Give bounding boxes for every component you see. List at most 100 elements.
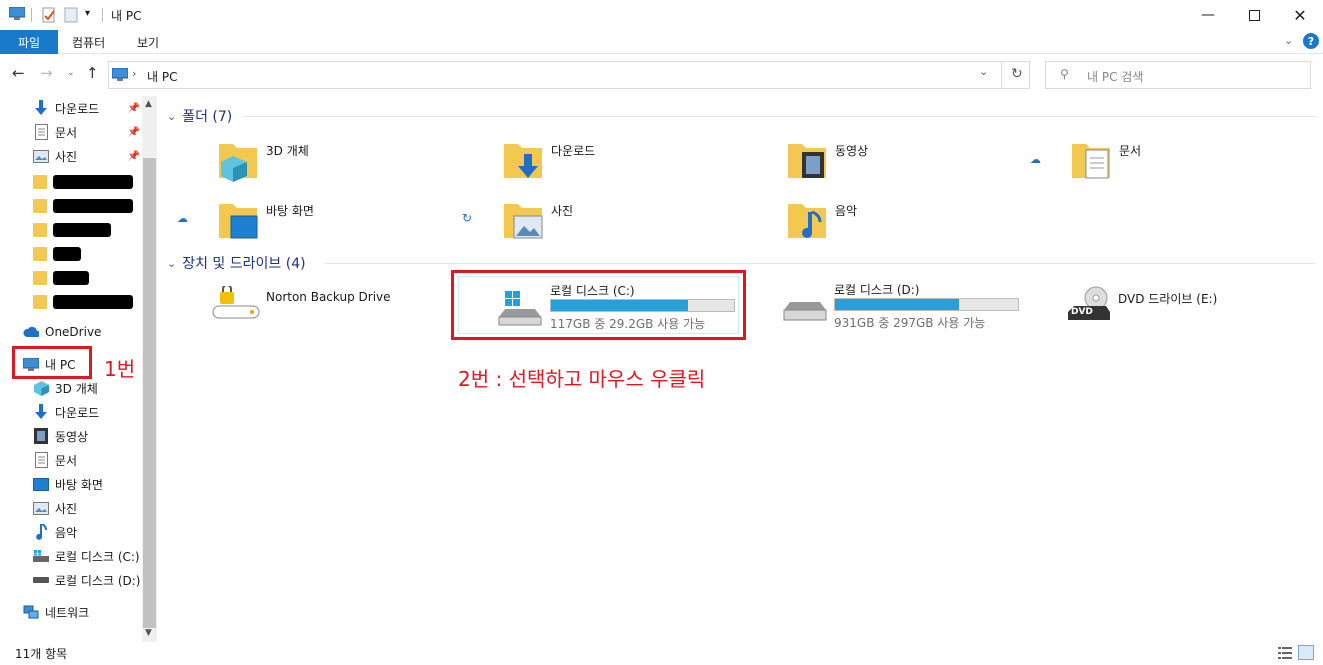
- properties-icon[interactable]: [41, 7, 57, 23]
- cloud-icon: ☁: [177, 212, 188, 225]
- tab-computer[interactable]: 컴퓨터: [57, 30, 120, 54]
- music-folder-icon: [788, 198, 828, 245]
- status-bar: 11개 항목: [0, 642, 1323, 665]
- folder-tile-videos[interactable]: 동영상: [788, 138, 868, 185]
- folder-tile-downloads[interactable]: 다운로드: [504, 138, 595, 185]
- large-icons-view-icon[interactable]: [1298, 645, 1314, 660]
- video-icon: [33, 428, 49, 444]
- folder-icon: [33, 223, 47, 237]
- maximize-icon: [1248, 9, 1260, 21]
- sidebar-item-redacted[interactable]: [33, 172, 143, 192]
- sidebar-item-redacted[interactable]: [33, 220, 143, 240]
- drive-icon: [33, 572, 49, 588]
- back-arrow-icon[interactable]: ←: [12, 64, 25, 82]
- download-arrow-icon: [33, 100, 49, 116]
- this-pc-icon: [8, 6, 26, 20]
- folder-tile-music[interactable]: 음악: [788, 198, 857, 245]
- forward-arrow-icon[interactable]: →: [40, 64, 53, 82]
- 3d-objects-folder-icon: [219, 138, 259, 185]
- breadcrumb-chevron-icon[interactable]: ›: [132, 67, 136, 80]
- ribbon-expand-icon[interactable]: ⌄: [1284, 34, 1293, 47]
- address-bar[interactable]: › 내 PC ⌄ ↻: [108, 61, 1030, 89]
- folder-icon: [33, 199, 47, 213]
- maximize-button[interactable]: [1231, 0, 1277, 30]
- tab-file[interactable]: 파일: [0, 30, 58, 54]
- dvd-label: DVD: [1071, 307, 1093, 317]
- minimize-icon: —: [1201, 7, 1215, 23]
- new-folder-icon[interactable]: [64, 7, 78, 23]
- search-box[interactable]: ⚲ 내 PC 검색: [1045, 61, 1311, 89]
- minimize-button[interactable]: —: [1185, 0, 1231, 30]
- annotation-step1: 1번: [104, 357, 136, 381]
- annotation-box-step1: [12, 346, 92, 379]
- sidebar-item-redacted[interactable]: [33, 196, 143, 216]
- sidebar-item-redacted[interactable]: [33, 292, 143, 312]
- folder-tile-pictures[interactable]: 사진: [504, 198, 573, 245]
- sidebar-item-redacted[interactable]: [33, 268, 143, 288]
- music-icon: [33, 524, 49, 540]
- close-icon: ✕: [1293, 5, 1307, 25]
- drive-usage-fill-d: [835, 299, 960, 310]
- sidebar-item-drive-d[interactable]: 로컬 디스크 (D:): [33, 569, 141, 591]
- folder-tile-3d-objects[interactable]: 3D 개체: [219, 138, 309, 185]
- divider: [245, 116, 1315, 117]
- folder-tile-documents[interactable]: 문서: [1072, 138, 1141, 185]
- separator: [31, 8, 32, 22]
- redacted-label: [53, 175, 133, 189]
- details-view-icon[interactable]: [1278, 647, 1292, 662]
- sidebar-item-documents[interactable]: 문서 📌: [33, 121, 140, 143]
- videos-folder-icon: [788, 138, 828, 185]
- folder-icon: [33, 247, 47, 261]
- redacted-label: [53, 295, 133, 309]
- sidebar-item-drive-c[interactable]: 로컬 디스크 (C:): [33, 545, 141, 567]
- windows-drive-icon: [33, 548, 49, 564]
- pin-icon[interactable]: 📌: [128, 127, 140, 138]
- redacted-label: [53, 271, 89, 285]
- collapse-chevron-icon[interactable]: ⌄: [167, 110, 176, 123]
- drive-tile-dvd[interactable]: DVD DVD 드라이브 (E:): [1066, 286, 1217, 322]
- up-arrow-icon[interactable]: ↑: [86, 64, 99, 82]
- drive-tile-d[interactable]: 로컬 디스크 (D:) 931GB 중 297GB 사용 가능: [742, 276, 1023, 334]
- ribbon-tabs: 파일 컴퓨터 보기 ⌄ ?: [0, 30, 1323, 54]
- redacted-label: [53, 247, 81, 261]
- close-button[interactable]: ✕: [1277, 0, 1323, 30]
- recent-locations-icon[interactable]: ⌄: [67, 68, 75, 78]
- separator: [102, 8, 103, 22]
- downloads-folder-icon: [504, 138, 544, 185]
- network-icon: [23, 604, 39, 620]
- address-dropdown-icon[interactable]: ⌄: [979, 65, 988, 78]
- norton-drive-icon: [212, 284, 260, 323]
- help-icon[interactable]: ?: [1303, 33, 1319, 49]
- redacted-label: [53, 223, 111, 237]
- pictures-folder-icon: [504, 198, 544, 245]
- title-bar: ▾ 내 PC — ✕: [0, 0, 1323, 30]
- scroll-down-icon[interactable]: ▼: [145, 628, 152, 638]
- folder-tile-desktop[interactable]: 바탕 화면: [219, 198, 314, 245]
- desktop-folder-icon: [219, 198, 259, 245]
- folder-icon: [33, 295, 47, 309]
- cloud-icon: ☁: [1030, 153, 1041, 166]
- folder-icon: [33, 271, 47, 285]
- sync-icon: ↻: [462, 211, 473, 225]
- item-count: 11개 항목: [15, 647, 68, 661]
- collapse-chevron-icon[interactable]: ⌄: [167, 257, 176, 270]
- tab-view[interactable]: 보기: [122, 30, 174, 54]
- drive-tile-norton[interactable]: Norton Backup Drive: [212, 284, 391, 323]
- sidebar-item-pictures[interactable]: 사진 📌: [33, 145, 140, 167]
- group-header-drives[interactable]: ⌄ 장치 및 드라이브 (4): [167, 253, 306, 273]
- quick-access-dropdown-icon[interactable]: ▾: [85, 8, 90, 19]
- sidebar-item-downloads[interactable]: 다운로드 📌: [33, 97, 140, 119]
- sidebar-item-redacted[interactable]: [33, 244, 143, 264]
- divider: [325, 263, 1315, 264]
- sidebar-scroll-thumb[interactable]: [143, 158, 156, 628]
- pin-icon[interactable]: 📌: [128, 103, 140, 114]
- pin-icon[interactable]: 📌: [128, 151, 140, 162]
- annotation-box-step2: [451, 270, 746, 340]
- search-placeholder[interactable]: 내 PC 검색: [1087, 68, 1143, 85]
- document-icon: [33, 124, 49, 140]
- breadcrumb-path[interactable]: 내 PC: [147, 68, 177, 85]
- refresh-icon[interactable]: ↻: [1011, 66, 1023, 82]
- scroll-up-icon[interactable]: ▲: [145, 99, 152, 109]
- separator: [1001, 62, 1002, 88]
- group-header-folders[interactable]: ⌄ 폴더 (7): [167, 106, 232, 126]
